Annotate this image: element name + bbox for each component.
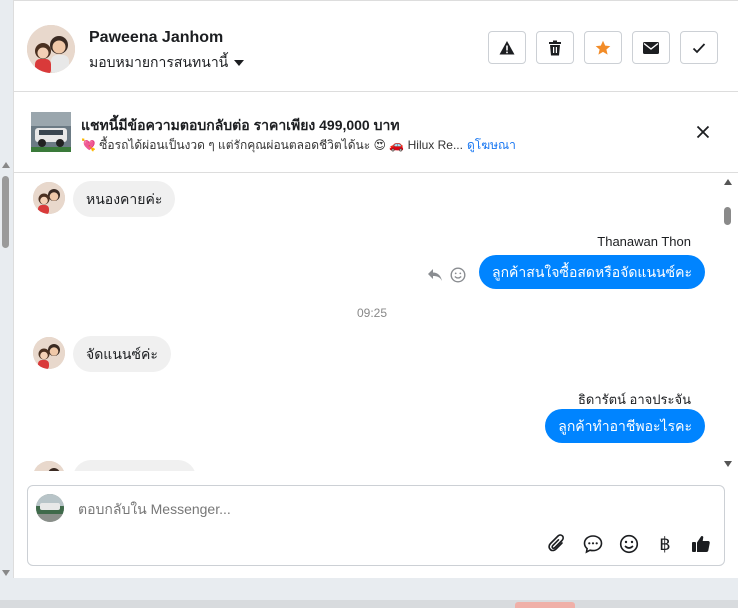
ad-subtitle-row: 💘 ซื้อรถได้ผ่อนเป็นงวด ๆ แต่รักคุณผ่อนตล… (81, 136, 516, 155)
payment-button[interactable]: ฿ (654, 533, 676, 555)
message-sender-name: ธิดารัตน์ อาจประจัน (577, 392, 691, 407)
message-bubble-incoming[interactable]: จัดแนนซ์ค่ะ (73, 336, 171, 372)
saved-reply-icon (583, 535, 603, 554)
contact-name[interactable]: Paweena Janhom (89, 29, 223, 47)
scroll-down-arrow-icon[interactable] (2, 570, 10, 576)
scroll-down-arrow-icon[interactable] (724, 461, 732, 467)
message-sender-name: Thanawan Thon (597, 234, 691, 249)
message-timestamp: 09:25 (356, 306, 388, 320)
header-actions (488, 31, 718, 64)
ad-thumbnail[interactable] (31, 112, 71, 152)
outer-scrollbar[interactable] (0, 160, 12, 580)
trash-icon (549, 40, 561, 55)
attach-button[interactable] (546, 533, 568, 555)
view-ad-link[interactable]: ดูโฆษณา (467, 136, 516, 155)
reply-composer: ฿ (27, 485, 725, 566)
conversation-panel: Paweena Janhom มอบหมายการสนทนานี้ แชทนี้… (13, 0, 738, 578)
bottom-taskbar (0, 600, 738, 608)
mark-unread-button[interactable] (632, 31, 670, 64)
check-icon (692, 42, 706, 53)
avatar[interactable] (33, 461, 65, 471)
emoji-icon (619, 534, 639, 554)
assign-label: มอบหมายการสนทนานี้ (89, 54, 229, 70)
caret-down-icon (234, 60, 245, 66)
mark-done-button[interactable] (680, 31, 718, 64)
assign-conversation-dropdown[interactable]: มอบหมายการสนทนานี้ (89, 52, 245, 74)
message-thread: หนองคายค่ะ Thanawan Thon ลูกค้าสนใจซื้อส… (14, 173, 738, 471)
ad-title: แชทนี้มีข้อความตอบกลับต่อ ราคาเพียง 499,… (81, 117, 400, 133)
star-button[interactable] (584, 31, 622, 64)
page-avatar (36, 494, 64, 522)
thumbs-up-button[interactable] (690, 533, 712, 555)
react-emoji-icon[interactable] (450, 267, 466, 283)
close-icon[interactable] (696, 125, 710, 139)
conversation-header: Paweena Janhom มอบหมายการสนทนานี้ (14, 0, 738, 92)
warning-icon (499, 40, 515, 54)
scroll-up-arrow-icon[interactable] (2, 162, 10, 168)
payment-icon: ฿ (659, 533, 671, 555)
saved-reply-button[interactable] (582, 533, 604, 555)
reply-input[interactable] (76, 494, 680, 524)
scroll-thumb[interactable] (724, 207, 731, 225)
avatar[interactable] (33, 182, 65, 214)
thumbs-up-icon (692, 535, 710, 552)
avatar[interactable] (33, 337, 65, 369)
attach-icon (548, 534, 564, 552)
thread-scrollbar[interactable] (722, 173, 734, 471)
envelope-icon (643, 41, 659, 54)
contact-avatar[interactable] (27, 25, 75, 73)
composer-toolbar: ฿ (546, 533, 712, 555)
report-spam-button[interactable] (488, 31, 526, 64)
reply-icon[interactable] (427, 268, 443, 282)
emoji-button[interactable] (618, 533, 640, 555)
message-bubble-incoming-partial[interactable] (73, 460, 196, 471)
scroll-up-arrow-icon[interactable] (724, 179, 732, 185)
bottom-tab-indicator (515, 602, 575, 608)
scroll-thumb[interactable] (2, 176, 9, 248)
message-bubble-outgoing[interactable]: ลูกค้าทำอาชีพอะไรคะ (545, 409, 705, 443)
delete-button[interactable] (536, 31, 574, 64)
message-bubble-incoming[interactable]: หนองคายค่ะ (73, 181, 176, 217)
star-icon (595, 40, 611, 55)
message-bubble-outgoing[interactable]: ลูกค้าสนใจซื้อสดหรือจัดแนนซ์คะ (479, 255, 705, 289)
ad-context-banner: แชทนี้มีข้อความตอบกลับต่อ ราคาเพียง 499,… (14, 92, 738, 173)
ad-subtitle: 💘 ซื้อรถได้ผ่อนเป็นงวด ๆ แต่รักคุณผ่อนตล… (81, 138, 463, 152)
